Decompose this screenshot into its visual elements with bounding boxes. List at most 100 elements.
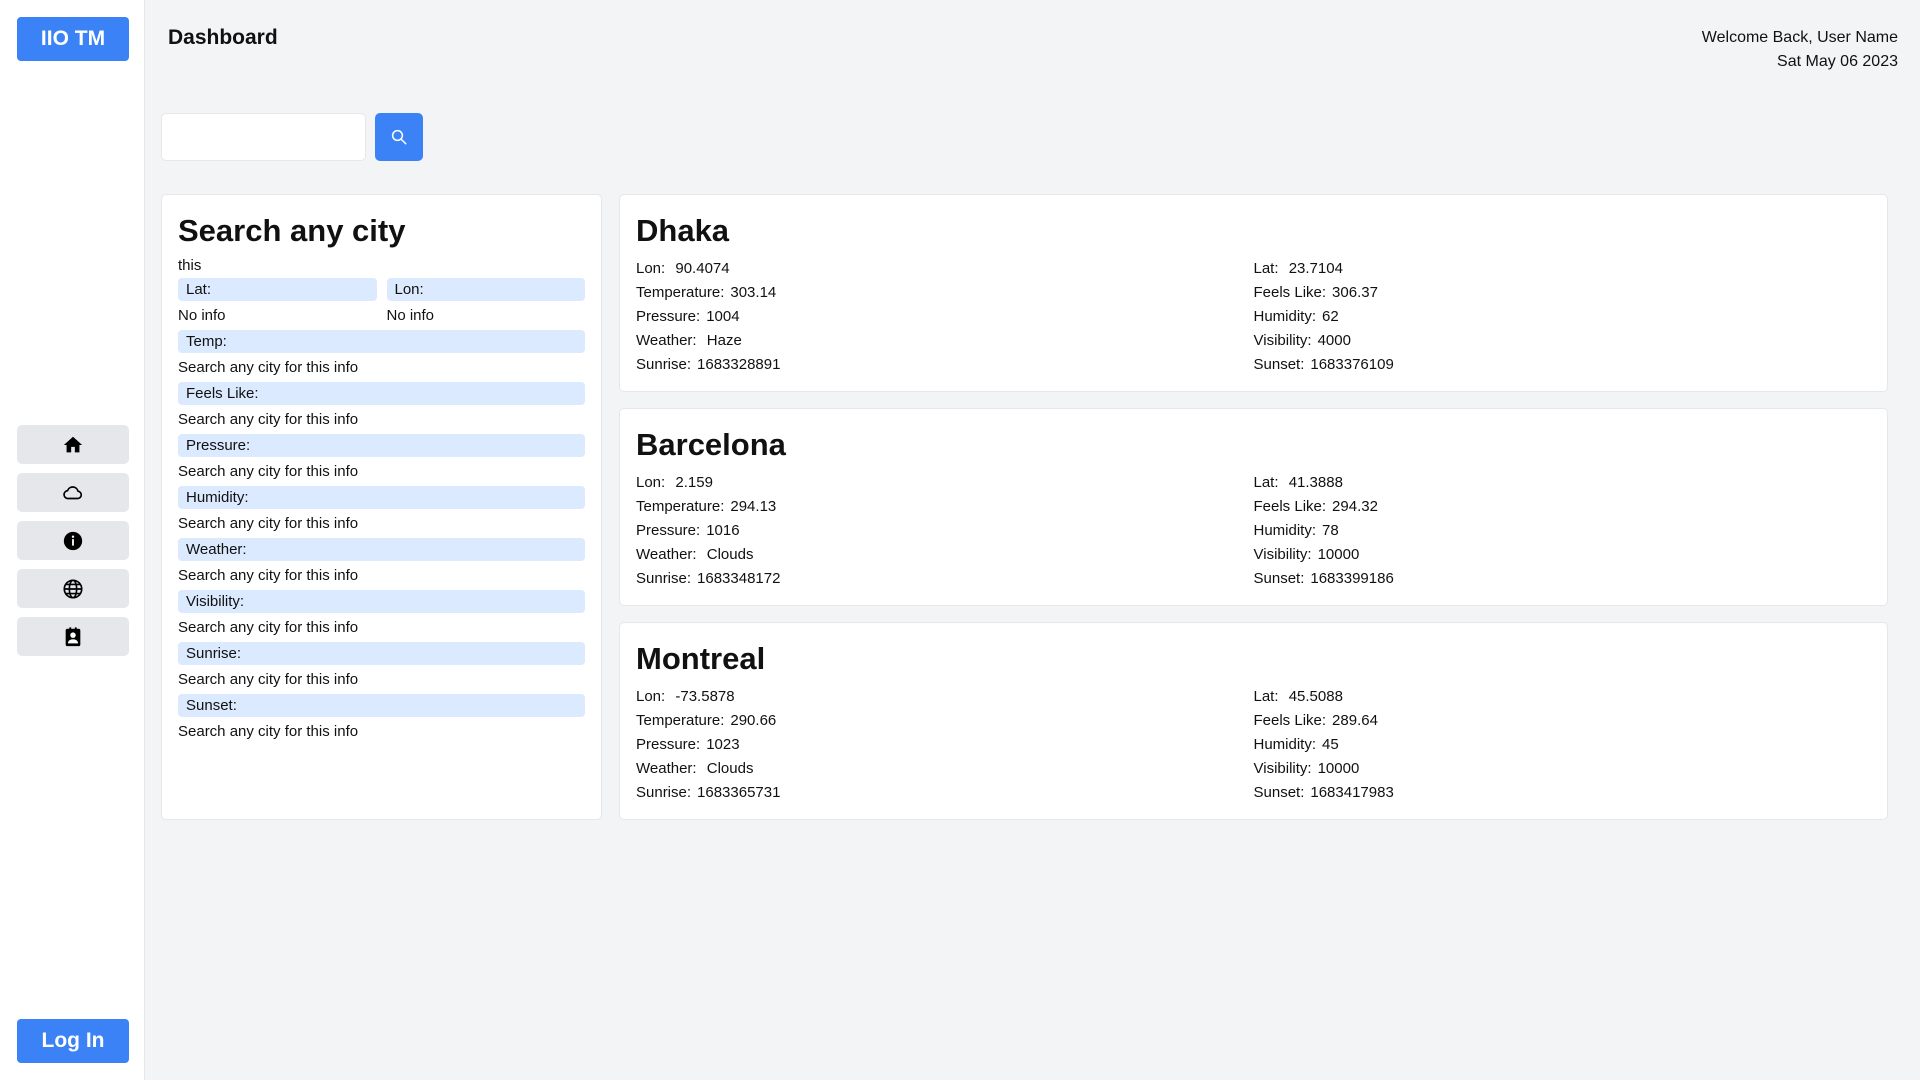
current-date: Sat May 06 2023 [1777, 53, 1898, 70]
city-humidity: Humidity: 62 [1254, 305, 1872, 329]
sunrise-label: Sunrise: [636, 356, 692, 373]
lat-label: Lat: [1253, 688, 1279, 705]
nav-globe[interactable] [17, 569, 129, 608]
field-value: Search any city for this info [178, 723, 359, 740]
feels-like-label: Feels Like: [1253, 284, 1327, 301]
field-value: Search any city for this info [178, 671, 359, 688]
city-col-left: Lon: 90.4074 Temperature: 303.14 Pressure… [636, 257, 1254, 377]
city-card-montreal: Montreal Lon: -73.5878 Temperature: 290.6… [619, 622, 1888, 820]
field-label: Feels Like: [178, 382, 585, 405]
home-icon [63, 436, 83, 452]
field-label: Weather: [178, 538, 585, 561]
city-sunset: Sunset: 1683417983 [1254, 781, 1872, 805]
visibility-label: Visibility: [1253, 760, 1312, 777]
sunset-value: 1683376109 [1310, 356, 1394, 373]
field-visibility: Visibility: Search any city for this inf… [178, 590, 585, 638]
app-logo[interactable]: IIO TM [17, 17, 129, 61]
cloud-icon [63, 485, 83, 499]
sunrise-value: 1683328891 [697, 356, 781, 373]
search-result-panel: Search any city this Lat: No info Lon: N… [161, 194, 602, 820]
city-name: Barcelona [636, 427, 786, 462]
city-col-right: Lat: 23.7104 Feels Like: 306.37 Humidity:… [1254, 257, 1872, 377]
city-weather: Weather: Clouds [636, 543, 1254, 567]
city-sunset: Sunset: 1683376109 [1254, 353, 1872, 377]
visibility-value: 10000 [1317, 760, 1360, 777]
lat-value: 45.5088 [1288, 688, 1343, 705]
field-value: Search any city for this info [178, 411, 359, 428]
pressure-value: 1016 [706, 522, 740, 539]
sidebar: IIO TM Log In [0, 0, 145, 1080]
nav-weather[interactable] [17, 473, 129, 512]
city-lon: Lon: 2.159 [636, 471, 1254, 495]
pressure-label: Pressure: [636, 522, 701, 539]
lat-value: No info [178, 307, 226, 324]
weather-label: Weather: [636, 760, 697, 777]
humidity-value: 45 [1322, 736, 1339, 753]
sunset-label: Sunset: [1253, 570, 1305, 587]
city-name: Montreal [636, 641, 766, 676]
visibility-label: Visibility: [1253, 546, 1312, 563]
humidity-value: 78 [1322, 522, 1339, 539]
city-temperature: Temperature: 290.66 [636, 709, 1254, 733]
field-pressure: Pressure: Search any city for this info [178, 434, 585, 482]
field-label: Temp: [178, 330, 585, 353]
pressure-value: 1023 [706, 736, 740, 753]
weather-value: Clouds [706, 760, 754, 777]
field-humidity: Humidity: Search any city for this info [178, 486, 585, 534]
sunset-label: Sunset: [1253, 784, 1305, 801]
humidity-label: Humidity: [1253, 308, 1317, 325]
sunrise-value: 1683348172 [697, 570, 781, 587]
temperature-label: Temperature: [636, 712, 725, 729]
lon-value: -73.5878 [675, 688, 735, 705]
city-sunrise: Sunrise: 1683328891 [636, 353, 1254, 377]
sunrise-label: Sunrise: [636, 784, 692, 801]
city-visibility: Visibility: 10000 [1254, 543, 1872, 567]
search-input[interactable] [161, 113, 366, 161]
welcome-block: Welcome Back, User Name Sat May 06 2023 [1702, 26, 1898, 74]
page-title: Dashboard [168, 26, 278, 49]
feels-like-value: 294.32 [1332, 498, 1378, 515]
city-humidity: Humidity: 45 [1254, 733, 1872, 757]
city-details: Lon: 2.159 Temperature: 294.13 Pressure: 1… [636, 471, 1871, 591]
field-sunset: Sunset: Search any city for this info [178, 694, 585, 742]
search-button[interactable] [375, 113, 423, 161]
city-col-left: Lon: 2.159 Temperature: 294.13 Pressure: 1… [636, 471, 1254, 591]
city-name: Dhaka [636, 213, 730, 248]
nav-home[interactable] [17, 425, 129, 464]
city-card-barcelona: Barcelona Lon: 2.159 Temperature: 294.13 … [619, 408, 1888, 606]
weather-label: Weather: [636, 332, 697, 349]
city-col-right: Lat: 41.3888 Feels Like: 294.32 Humidity:… [1254, 471, 1872, 591]
lon-label: Lon: [636, 474, 666, 491]
city-details: Lon: -73.5878 Temperature: 290.66 Pressur… [636, 685, 1871, 805]
feels-like-value: 289.64 [1332, 712, 1378, 729]
lat-value: 41.3888 [1288, 474, 1343, 491]
search-icon [391, 129, 407, 145]
city-visibility: Visibility: 4000 [1254, 329, 1872, 353]
welcome-text: Welcome Back, User Name [1701, 29, 1898, 46]
city-temperature: Temperature: 303.14 [636, 281, 1254, 305]
lat-lon-row: Lat: No info Lon: No info [178, 278, 585, 330]
lon-label: Lon: [386, 278, 585, 301]
lat-label: Lat: [178, 278, 377, 301]
city-feels-like: Feels Like: 289.64 [1254, 709, 1872, 733]
sunset-value: 1683417983 [1310, 784, 1394, 801]
sunrise-value: 1683365731 [697, 784, 781, 801]
lat-value: 23.7104 [1288, 260, 1343, 277]
city-visibility: Visibility: 10000 [1254, 757, 1872, 781]
nav-contact[interactable] [17, 617, 129, 656]
pressure-label: Pressure: [636, 736, 701, 753]
field-value: Search any city for this info [178, 359, 359, 376]
lon-value: 90.4074 [675, 260, 730, 277]
nav-info[interactable] [17, 521, 129, 560]
field-value: Search any city for this info [178, 567, 359, 584]
lat-label: Lat: [1253, 474, 1279, 491]
city-lat: Lat: 45.5088 [1254, 685, 1872, 709]
lon-value: No info [386, 307, 435, 324]
field-value: Search any city for this info [178, 463, 359, 480]
field-feels-like: Feels Like: Search any city for this inf… [178, 382, 585, 430]
weather-value: Clouds [706, 546, 754, 563]
city-temperature: Temperature: 294.13 [636, 495, 1254, 519]
login-button[interactable]: Log In [17, 1019, 129, 1063]
weather-label: Weather: [636, 546, 697, 563]
panel-title: Search any city [178, 213, 406, 248]
